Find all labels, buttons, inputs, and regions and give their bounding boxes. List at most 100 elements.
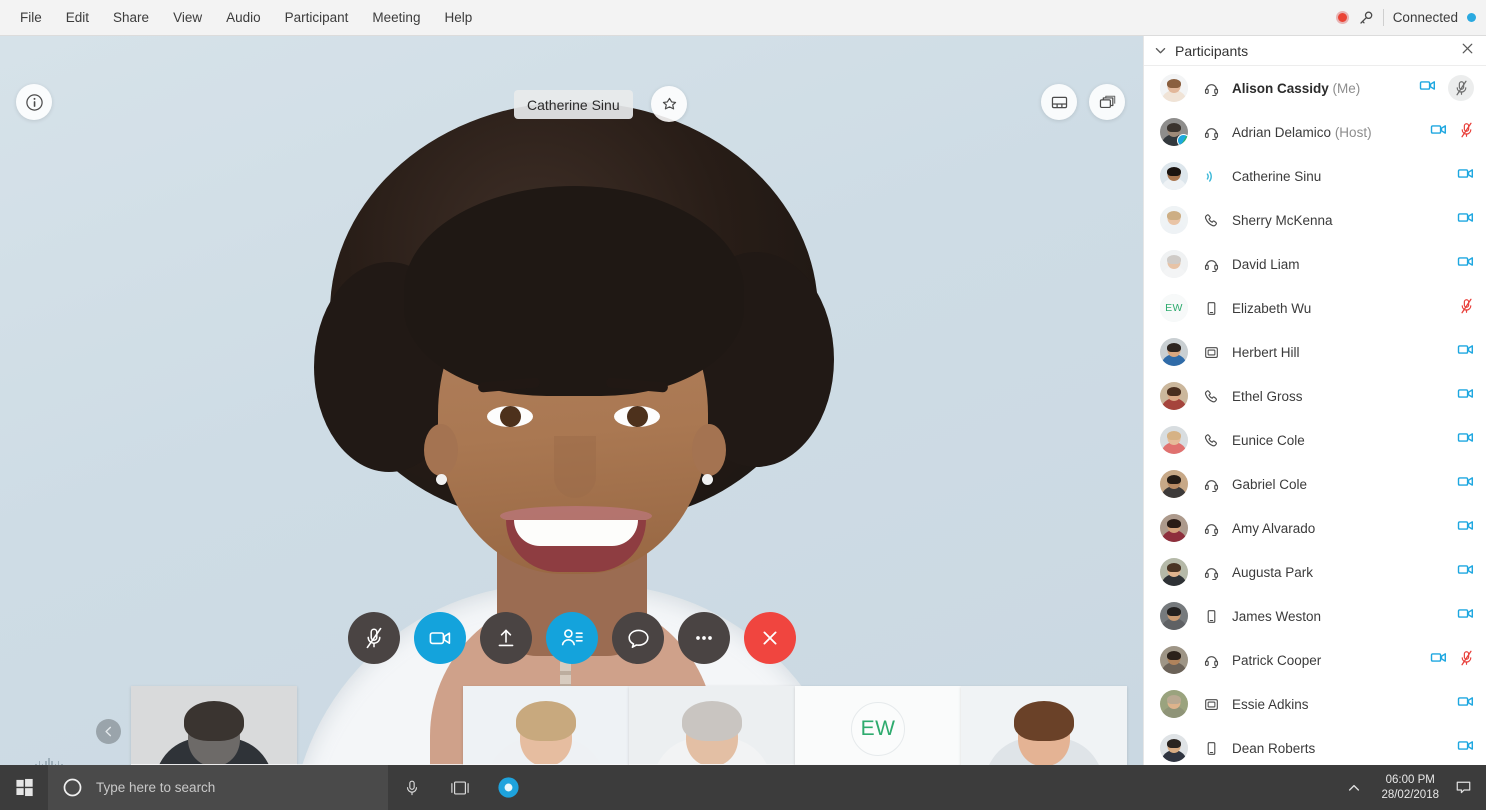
filmstrip-tile[interactable]: David Liam xyxy=(629,686,795,765)
participant-video-status[interactable] xyxy=(1457,341,1474,363)
layout-view-button[interactable] xyxy=(1041,84,1077,120)
video-camera-icon[interactable] xyxy=(1430,121,1447,138)
video-camera-icon[interactable] xyxy=(1457,737,1474,754)
menu-item-meeting[interactable]: Meeting xyxy=(360,3,432,32)
video-camera-icon[interactable] xyxy=(1457,693,1474,710)
video-camera-icon[interactable] xyxy=(1457,429,1474,446)
key-icon[interactable] xyxy=(1358,10,1374,26)
participant-mic-status[interactable] xyxy=(1459,650,1474,671)
participant-mic-status[interactable] xyxy=(1459,298,1474,319)
share-button[interactable] xyxy=(480,612,532,664)
participant-video-status[interactable] xyxy=(1430,121,1447,143)
participant-status-icons xyxy=(1457,209,1474,231)
stacked-view-button[interactable] xyxy=(1089,84,1125,120)
participants-button[interactable] xyxy=(546,612,598,664)
participant-row[interactable]: EW Elizabeth Wu xyxy=(1144,286,1486,330)
microphone-muted-icon[interactable] xyxy=(1459,122,1474,138)
pin-video-button[interactable] xyxy=(651,86,687,122)
end-call-button[interactable] xyxy=(744,612,796,664)
video-camera-icon[interactable] xyxy=(1457,473,1474,490)
taskbar-microphone-button[interactable] xyxy=(388,765,436,810)
participant-video-status[interactable] xyxy=(1457,517,1474,539)
video-camera-icon[interactable] xyxy=(1457,209,1474,226)
participant-row[interactable]: James Weston xyxy=(1144,594,1486,638)
participant-mic-status[interactable] xyxy=(1459,122,1474,143)
participant-mic-status[interactable] xyxy=(1448,75,1474,101)
video-camera-icon[interactable] xyxy=(1457,517,1474,534)
participant-row[interactable]: Ethel Gross xyxy=(1144,374,1486,418)
task-view-button[interactable] xyxy=(436,765,484,810)
mobile-device-icon xyxy=(1207,301,1215,315)
menu-item-edit[interactable]: Edit xyxy=(54,3,101,32)
video-camera-icon[interactable] xyxy=(1457,561,1474,578)
participant-video-status[interactable] xyxy=(1457,429,1474,451)
video-button[interactable] xyxy=(414,612,466,664)
menu-item-audio[interactable]: Audio xyxy=(214,3,273,32)
filmstrip-tile[interactable]: Sherry McKenna xyxy=(463,686,629,765)
menu-item-file[interactable]: File xyxy=(8,3,54,32)
participant-video-status[interactable] xyxy=(1457,737,1474,759)
participant-status-icons xyxy=(1457,561,1474,583)
menu-item-help[interactable]: Help xyxy=(432,3,484,32)
participant-row[interactable]: Sherry McKenna xyxy=(1144,198,1486,242)
mute-button[interactable] xyxy=(348,612,400,664)
chat-button[interactable] xyxy=(612,612,664,664)
participant-row[interactable]: Patrick Cooper xyxy=(1144,638,1486,682)
video-camera-icon[interactable] xyxy=(1457,341,1474,358)
avatar xyxy=(1160,250,1188,278)
participant-row[interactable]: David Liam xyxy=(1144,242,1486,286)
filmstrip-scroll-left-button[interactable] xyxy=(96,719,121,744)
microphone-muted-icon[interactable] xyxy=(1459,650,1474,666)
participant-row[interactable]: Dean Roberts xyxy=(1144,726,1486,765)
chevron-down-icon[interactable] xyxy=(1154,44,1167,57)
participant-video-status[interactable] xyxy=(1457,473,1474,495)
filmstrip-tile[interactable]: Adrian Delamico xyxy=(131,686,297,765)
menu-item-share[interactable]: Share xyxy=(101,3,161,32)
video-camera-icon[interactable] xyxy=(1457,385,1474,402)
meeting-info-button[interactable] xyxy=(16,84,52,120)
menu-item-participant[interactable]: Participant xyxy=(273,3,361,32)
participant-row[interactable]: Eunice Cole xyxy=(1144,418,1486,462)
video-camera-icon[interactable] xyxy=(1457,165,1474,182)
filmstrip-tile[interactable]: Catherine Sinu xyxy=(297,686,463,765)
video-stage[interactable]: Catherine Sinu EW xyxy=(0,36,1143,765)
video-camera-icon[interactable] xyxy=(1457,253,1474,270)
participants-list[interactable]: Alison Cassidy (Me) Adrian Delamico (Hos… xyxy=(1144,66,1486,765)
menu-item-view[interactable]: View xyxy=(161,3,214,32)
participant-video-status[interactable] xyxy=(1457,165,1474,187)
participant-row[interactable]: Augusta Park xyxy=(1144,550,1486,594)
participant-video-status[interactable] xyxy=(1457,385,1474,407)
participant-video-status[interactable] xyxy=(1419,77,1436,99)
notification-center-button[interactable] xyxy=(1449,779,1486,796)
participant-video-status[interactable] xyxy=(1430,649,1447,671)
microphone-muted-icon[interactable] xyxy=(1459,298,1474,314)
participant-row[interactable]: Essie Adkins xyxy=(1144,682,1486,726)
participant-video-status[interactable] xyxy=(1457,561,1474,583)
participant-row[interactable]: Alison Cassidy (Me) xyxy=(1144,66,1486,110)
filmstrip-tile[interactable] xyxy=(961,686,1127,765)
search-box[interactable]: Type here to search xyxy=(48,765,388,810)
video-camera-icon[interactable] xyxy=(1457,605,1474,622)
participant-name-label: David Liam xyxy=(1232,257,1300,272)
participant-row[interactable]: Amy Alvarado xyxy=(1144,506,1486,550)
show-hidden-icons-button[interactable] xyxy=(1337,781,1371,795)
participants-panel-close-button[interactable] xyxy=(1461,42,1474,60)
video-camera-icon[interactable] xyxy=(1419,77,1436,94)
participant-row[interactable]: Gabriel Cole xyxy=(1144,462,1486,506)
participant-row[interactable]: Catherine Sinu xyxy=(1144,154,1486,198)
participant-video-status[interactable] xyxy=(1457,253,1474,275)
record-dot-icon[interactable] xyxy=(1335,11,1349,24)
video-camera-icon[interactable] xyxy=(1430,649,1447,666)
taskbar-clock[interactable]: 06:00 PM 28/02/2018 xyxy=(1371,773,1449,803)
start-button[interactable] xyxy=(0,765,48,810)
participant-video-status[interactable] xyxy=(1457,209,1474,231)
participant-video-status[interactable] xyxy=(1457,693,1474,715)
filmstrip-tile[interactable]: EW Elizabeth Wu xyxy=(795,686,961,765)
participant-video-status[interactable] xyxy=(1457,605,1474,627)
microphone-muted-icon[interactable] xyxy=(1454,80,1469,96)
webex-taskbar-button[interactable] xyxy=(484,765,532,810)
participant-device-icon xyxy=(1201,257,1221,272)
participant-row[interactable]: Herbert Hill xyxy=(1144,330,1486,374)
more-button[interactable] xyxy=(678,612,730,664)
participant-row[interactable]: Adrian Delamico (Host) xyxy=(1144,110,1486,154)
